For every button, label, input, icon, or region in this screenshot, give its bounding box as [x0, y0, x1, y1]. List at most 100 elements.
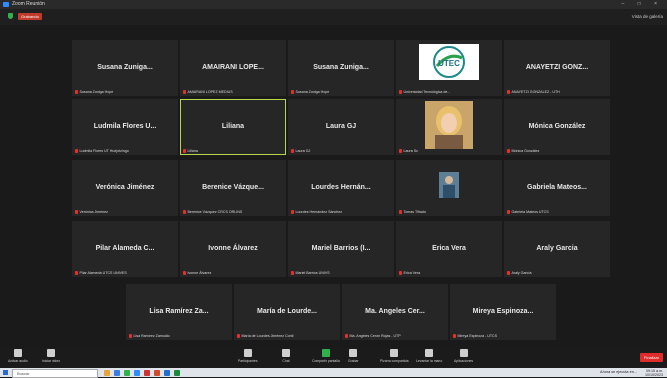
participant-name-text: Pilar Alameda UTCS UNIVES [79, 270, 127, 275]
participant-display-name: AMAIRANI LOPE... [202, 64, 264, 71]
participant-display-name: Mónica González [528, 123, 586, 130]
participant-name-text: Mariel Barrios UNIVS [295, 270, 330, 275]
participant-tile[interactable]: Mireya Espinoza... Mireya Espinoza - UTCS [450, 284, 556, 340]
participant-name-label: Susana Zuniga Hope [75, 90, 113, 94]
participant-tile[interactable]: Liliana Liliana [180, 99, 286, 155]
participant-name-label: Mariel Barrios UNIVS [291, 271, 330, 275]
participant-name-label: Gabriela Mateos UTCS [507, 210, 549, 214]
participant-name-text: Erica Vera [403, 270, 421, 275]
participant-name-label: Verónica Jiménez [75, 210, 108, 214]
participant-display-name: Mariel Barrios (I... [311, 245, 371, 252]
toolbar-button-label: Compartir pantalla [312, 359, 340, 363]
participant-display-name: Mireya Espinoza... [472, 308, 534, 315]
muted-mic-icon [399, 90, 402, 94]
raise-hand-icon [425, 349, 434, 357]
view-mode-button[interactable]: Vista de galería [632, 14, 663, 19]
muted-mic-icon [291, 149, 294, 153]
participant-tile[interactable]: Pilar Alameda C... Pilar Alameda UTCS UNI… [72, 221, 178, 277]
participants-button[interactable]: Participantes 24 [238, 349, 258, 363]
participant-name-label: Universidad Tecnológica de... [399, 90, 450, 94]
participant-tile[interactable]: Lourdes Hernán... Lourdes Hernández Sánch… [288, 160, 394, 216]
word-icon[interactable] [164, 369, 170, 376]
participant-photo [439, 172, 459, 198]
toolbar-button-label: Iniciar video [42, 359, 61, 363]
window-title-bar: Zoom Reunión – □ × [0, 0, 667, 9]
participant-tile[interactable]: Laura GJ Laura GJ [288, 99, 394, 155]
participant-tile[interactable]: Ivonne Álvarez Ivonne Álvarez [180, 221, 286, 277]
participant-name-text: Tomas Tiñado [403, 209, 426, 214]
file-explorer-icon[interactable] [104, 369, 110, 376]
muted-mic-icon [183, 271, 186, 275]
participant-name-text: Laura Sc [403, 148, 418, 153]
muted-mic-icon [75, 210, 78, 214]
participant-name-label: Mireya Espinoza - UTCS [453, 334, 497, 338]
participant-name-label: Araly García [507, 271, 531, 275]
muted-mic-icon [75, 149, 78, 153]
windows-start-icon[interactable] [3, 370, 8, 375]
zoom-app-icon[interactable] [134, 369, 140, 376]
participant-tile[interactable]: Ludmila Flores U... Ludmila Flores UT Hue… [72, 99, 178, 155]
edge-browser-icon[interactable] [114, 369, 120, 376]
participant-display-name: Gabriela Mateos... [527, 184, 587, 191]
participant-tile[interactable]: AMAIRANI LOPE... AMAIRANI LOPEZ MEDIUS [180, 40, 286, 96]
window-controls[interactable]: – □ × [622, 0, 664, 9]
microphone-button[interactable]: Activar audio [8, 349, 28, 363]
powerpoint-icon[interactable] [154, 369, 160, 376]
participant-name-label: ANAYETZI GONZALEZ - UTH [507, 90, 560, 94]
participant-tile[interactable]: Ma. Angeles Cer... Ma. Angeles Cerón Roja… [342, 284, 448, 340]
muted-mic-icon [507, 271, 510, 275]
participant-tile[interactable]: Araly Garcia Araly García [504, 221, 610, 277]
camera-button[interactable]: Iniciar video [42, 349, 60, 363]
participant-tile[interactable]: Verónica Jiménez Verónica Jiménez [72, 160, 178, 216]
participant-display-name: Araly Garcia [536, 245, 578, 252]
participant-tile[interactable]: Mónica González Mónica González [504, 99, 610, 155]
participant-tile[interactable]: Laura Sc [396, 99, 502, 155]
participant-name-label: Liliana [183, 149, 198, 153]
camera-icon [47, 349, 56, 357]
participant-display-name: Ludmila Flores U... [93, 123, 157, 130]
participant-tile[interactable]: UTEC Universidad Tecnológica de... [396, 40, 502, 96]
participant-tile[interactable]: Berenice Vázque... Berenice Vázquez CRCS … [180, 160, 286, 216]
participant-tile[interactable]: ANAYETZI GONZ... ANAYETZI GONZALEZ - UTH [504, 40, 610, 96]
participant-tile[interactable]: Lisa Ramírez Za... Lisa Ramírez Zamudio [126, 284, 232, 340]
muted-mic-icon [237, 334, 240, 338]
participant-display-name: Lisa Ramírez Za... [149, 308, 209, 315]
share-screen-button[interactable]: Compartir pantalla [312, 349, 340, 363]
participant-name-text: Laura GJ [295, 148, 311, 153]
apps-button[interactable]: Aplicaciones [454, 349, 473, 363]
participant-count: 24 [248, 349, 253, 354]
participant-display-name: Berenice Vázque... [202, 184, 264, 191]
participant-name-text: Gabriela Mateos UTCS [511, 209, 549, 214]
toolbar-button-label: Chat [282, 359, 290, 363]
participant-tile[interactable]: Gabriela Mateos... Gabriela Mateos UTCS [504, 160, 610, 216]
toolbar-button-label: Aplicaciones [454, 359, 474, 363]
record-icon [349, 349, 358, 357]
apps-icon [459, 349, 468, 357]
security-shield-icon[interactable] [8, 13, 13, 19]
participant-tile[interactable]: Mariel Barrios (I... Mariel Barrios UNIVS [288, 221, 394, 277]
chrome-browser-icon[interactable] [124, 369, 130, 376]
muted-mic-icon [183, 210, 186, 214]
participant-tile[interactable]: María de Lourde... María de Lourdes Jimén… [234, 284, 340, 340]
excel-icon[interactable] [174, 369, 180, 376]
participant-tile[interactable]: Susana Zuniga... Susana Zuniga Hope [288, 40, 394, 96]
participant-name-label: Laura Sc [399, 149, 418, 153]
recording-badge: Grabando [18, 13, 42, 20]
participant-name-text: Ludmila Flores UT Huejotzingo [79, 148, 129, 153]
end-meeting-button[interactable]: Finalizar [639, 353, 663, 362]
record-button[interactable]: Grabar [348, 349, 359, 363]
muted-mic-icon [129, 334, 132, 338]
taskbar-clock[interactable]: 09:15 a.m. 10/10/2023 [645, 369, 663, 377]
participant-name-text: AMAIRANI LOPEZ MEDIUS [187, 89, 233, 94]
participant-tile[interactable]: Susana Zuniga... Susana Zuniga Hope [72, 40, 178, 96]
muted-mic-icon [507, 90, 510, 94]
app-icon[interactable] [144, 369, 150, 376]
whiteboard-icon [390, 349, 399, 357]
participant-display-name: Liliana [221, 123, 245, 130]
chat-button[interactable]: Chat [282, 349, 290, 363]
participant-name-label: Lisa Ramírez Zamudio [129, 334, 170, 338]
whiteboard-button[interactable]: Pizarra compartida [380, 349, 408, 363]
participant-tile[interactable]: Tomas Tiñado [396, 160, 502, 216]
participant-tile[interactable]: Erica Vera Erica Vera [396, 221, 502, 277]
raise-hand-button[interactable]: Levantar la mano [416, 349, 442, 363]
